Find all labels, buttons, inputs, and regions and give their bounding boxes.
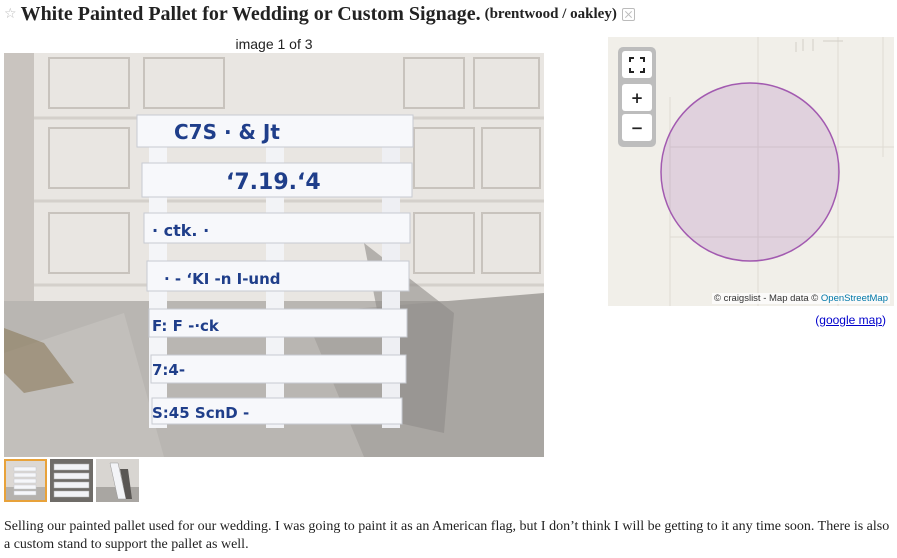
location-map[interactable]: + − © craigslist - Map data © OpenStreet…: [608, 37, 894, 306]
fullscreen-icon: [629, 56, 645, 73]
hide-icon[interactable]: [621, 7, 635, 21]
zoom-out-button[interactable]: −: [622, 114, 652, 141]
star-icon[interactable]: ☆: [4, 6, 17, 22]
google-map-link[interactable]: google map: [819, 313, 882, 327]
thumbnail-2-image: [50, 459, 93, 502]
zoom-in-button[interactable]: +: [622, 84, 652, 111]
posting-title: White Painted Pallet for Wedding or Cust…: [20, 2, 481, 25]
svg-text:F: F -·ck: F: F -·ck: [152, 317, 220, 335]
map-zoom-controls: + −: [618, 47, 656, 147]
thumbnail-1[interactable]: [4, 459, 47, 502]
svg-text:· ctk. ·: · ctk. ·: [152, 221, 209, 240]
location-radius-circle: [660, 82, 840, 262]
thumbnail-1-image: [6, 461, 45, 500]
google-map-link-wrapper: (google map): [815, 313, 886, 327]
posting-title-bar: ☆ White Painted Pallet for Wedding or Cu…: [4, 2, 635, 26]
openstreetmap-link[interactable]: OpenStreetMap: [821, 293, 888, 304]
pallet-photo: C7S · & Jt ‘7.19.‘4 · ctk. · · - ‘KI -n …: [4, 53, 544, 457]
main-image[interactable]: C7S · & Jt ‘7.19.‘4 · ctk. · · - ‘KI -n …: [4, 53, 544, 457]
svg-text:· - ‘KI -n I-und: · - ‘KI -n I-und: [164, 270, 281, 288]
posting-body: Selling our painted pallet used for our …: [4, 519, 890, 552]
svg-text:S:45 ScnD -: S:45 ScnD -: [152, 404, 249, 422]
thumbnail-2[interactable]: [50, 459, 93, 502]
map-attribution-text: © craigslist - Map data ©: [713, 293, 819, 304]
image-counter: image 1 of 3: [235, 36, 313, 52]
thumbnail-3-image: [96, 459, 139, 502]
svg-text:C7S · & Jt: C7S · & Jt: [174, 120, 280, 144]
thumbnail-strip: [4, 459, 139, 502]
thumbnail-3[interactable]: [96, 459, 139, 502]
posting-location: (brentwood / oakley): [484, 5, 617, 22]
svg-text:7:4-: 7:4-: [152, 361, 185, 379]
map-attribution: © craigslist - Map data © OpenStreetMap: [711, 293, 890, 304]
fullscreen-button[interactable]: [622, 51, 652, 78]
svg-text:‘7.19.‘4: ‘7.19.‘4: [226, 170, 321, 195]
